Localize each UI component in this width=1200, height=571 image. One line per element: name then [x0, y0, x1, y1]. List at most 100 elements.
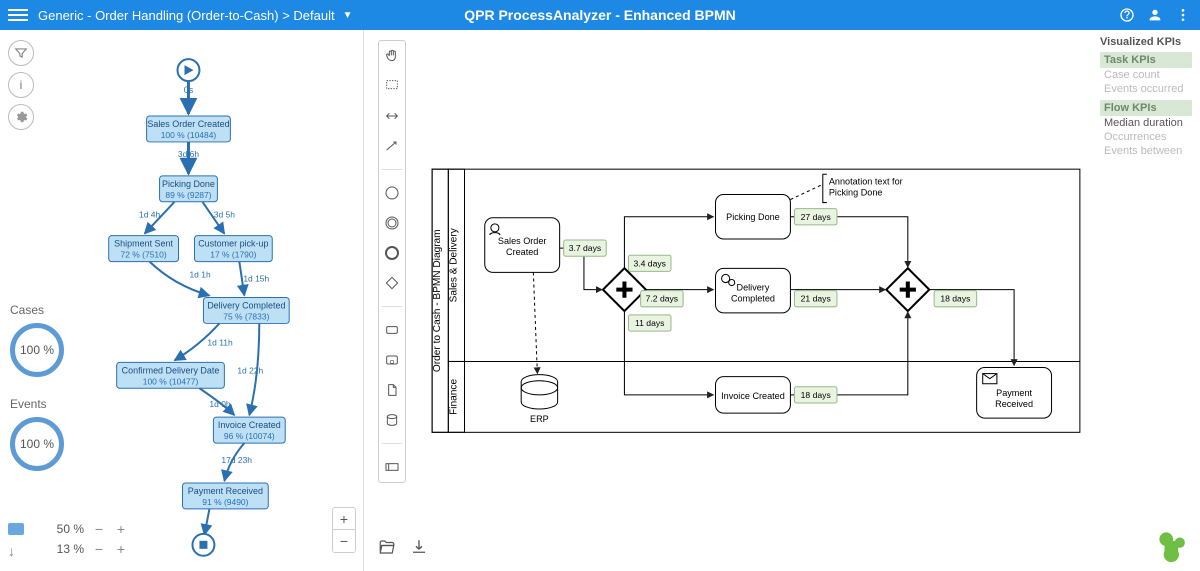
user-icon[interactable]	[1146, 6, 1164, 24]
node-customer-pickup[interactable]: Customer pick-up 17 % (1790)	[194, 236, 272, 262]
legend-item[interactable]: Events between	[1100, 144, 1192, 158]
task-invoice-created[interactable]: Invoice Created	[716, 377, 791, 413]
svg-text:Payment Received: Payment Received	[188, 486, 263, 496]
arrow-down-icon: ↓	[8, 543, 24, 555]
gateway-merge[interactable]	[886, 268, 929, 311]
app-header: Generic - Order Handling (Order-to-Cash)…	[0, 0, 1200, 30]
logo-icon	[1156, 529, 1190, 563]
breadcrumb[interactable]: Generic - Order Handling (Order-to-Cash)…	[38, 8, 353, 23]
task-sales-order[interactable]: Sales Order Created	[485, 218, 560, 273]
menu-icon[interactable]	[8, 5, 28, 25]
svg-text:Sales Order: Sales Order	[498, 236, 547, 246]
gateway-icon[interactable]	[383, 274, 401, 292]
svg-text:3d 5h: 3d 5h	[214, 210, 235, 220]
bpmn-annotation[interactable]: Annotation text for Picking Done	[790, 174, 902, 202]
legend-item[interactable]: Case count	[1100, 68, 1192, 82]
task-icon[interactable]	[383, 321, 401, 339]
help-icon[interactable]	[1118, 6, 1136, 24]
task-delivery-completed[interactable]: Delivery Completed	[716, 268, 791, 313]
svg-text:1d 11h: 1d 11h	[207, 337, 233, 347]
svg-text:7.2 days: 7.2 days	[646, 294, 679, 304]
svg-text:3.4 days: 3.4 days	[633, 258, 666, 268]
space-tool-icon[interactable]	[383, 107, 401, 125]
flow-end[interactable]	[192, 534, 214, 556]
svg-text:17 % (1790): 17 % (1790)	[210, 250, 256, 260]
svg-text:91 % (9490): 91 % (9490)	[202, 497, 248, 507]
subprocess-icon[interactable]	[383, 351, 401, 369]
svg-text:Sales & Delivery: Sales & Delivery	[448, 227, 459, 302]
flow-start[interactable]	[178, 59, 200, 81]
svg-text:Received: Received	[995, 399, 1033, 409]
slider-edges: ↓ 13 % − +	[8, 541, 128, 557]
lasso-tool-icon[interactable]	[383, 77, 401, 95]
increase-nodes[interactable]: +	[114, 521, 128, 537]
left-zoom: + −	[332, 507, 356, 553]
decrease-nodes[interactable]: −	[92, 521, 106, 537]
svg-text:11 days: 11 days	[635, 318, 664, 328]
intermediate-event-icon[interactable]	[383, 214, 401, 232]
node-confirmed-delivery[interactable]: Confirmed Delivery Date 100 % (10477)	[117, 362, 225, 388]
svg-text:Picking Done: Picking Done	[726, 212, 780, 222]
legend-item[interactable]: Occurrences	[1100, 130, 1192, 144]
svg-text:3d 6h: 3d 6h	[178, 149, 199, 159]
download-icon[interactable]	[410, 538, 428, 559]
node-invoice-created[interactable]: Invoice Created 96 % (10074)	[213, 417, 285, 443]
svg-text:18 days: 18 days	[940, 294, 970, 304]
gateway-split[interactable]	[603, 268, 646, 311]
node-sales-order-created[interactable]: Sales Order Created 100 % (10484)	[147, 116, 231, 142]
svg-text:Order to Cash - BPMN Diagram: Order to Cash - BPMN Diagram	[432, 229, 443, 372]
task-payment-received[interactable]: Payment Received	[977, 368, 1052, 419]
kpi-cases: Cases 100 %	[10, 303, 64, 377]
right-panel: Order to Cash - BPMN Diagram Sales & Del…	[364, 30, 1200, 571]
legend-item[interactable]: Events occurred	[1100, 82, 1192, 96]
folder-open-icon[interactable]	[378, 538, 396, 559]
node-picking-done[interactable]: Picking Done 89 % (9287)	[160, 176, 218, 202]
zoom-out-left[interactable]: −	[333, 530, 355, 552]
svg-text:Picking Done: Picking Done	[162, 179, 215, 189]
end-event-icon[interactable]	[383, 244, 401, 262]
node-delivery-completed[interactable]: Delivery Completed 75 % (7833)	[203, 298, 289, 324]
legend-item[interactable]: Median duration	[1100, 116, 1192, 130]
svg-text:75 % (7833): 75 % (7833)	[223, 311, 269, 321]
svg-text:Created: Created	[506, 247, 538, 257]
svg-text:ERP: ERP	[530, 414, 549, 424]
bpmn-palette	[378, 40, 406, 483]
kpi-events: Events 100 %	[10, 397, 64, 471]
task-picking-done[interactable]: Picking Done	[716, 194, 791, 239]
breadcrumb-text: Generic - Order Handling (Order-to-Cash)…	[38, 8, 335, 23]
more-icon[interactable]	[1174, 6, 1192, 24]
svg-text:Annotation text for: Annotation text for	[829, 176, 903, 186]
svg-text:Invoice Created: Invoice Created	[218, 420, 281, 430]
zoom-in-left[interactable]: +	[333, 508, 355, 530]
pool-icon[interactable]	[383, 458, 401, 476]
bar-icon	[8, 523, 24, 535]
connect-tool-icon[interactable]	[383, 137, 401, 155]
svg-text:89 % (9287): 89 % (9287)	[165, 190, 211, 200]
svg-text:Customer pick-up: Customer pick-up	[198, 239, 268, 249]
slider-nodes: 50 % − +	[8, 521, 128, 537]
data-store-erp[interactable]: ERP	[521, 375, 557, 425]
start-event-icon[interactable]	[383, 184, 401, 202]
node-shipment-sent[interactable]: Shipment Sent 72 % (7510)	[109, 236, 179, 262]
svg-text:Delivery Completed: Delivery Completed	[207, 300, 285, 310]
svg-text:1d 1h: 1d 1h	[189, 270, 210, 280]
data-object-icon[interactable]	[383, 381, 401, 399]
svg-text:Sales Order Created: Sales Order Created	[147, 119, 229, 129]
svg-text:1d 4h: 1d 4h	[139, 210, 160, 220]
decrease-edges[interactable]: −	[92, 541, 106, 557]
svg-text:21 days: 21 days	[801, 294, 831, 304]
svg-text:96 % (10074): 96 % (10074)	[224, 431, 275, 441]
increase-edges[interactable]: +	[114, 541, 128, 557]
data-store-icon[interactable]	[383, 411, 401, 429]
svg-text:Invoice Created: Invoice Created	[721, 391, 785, 401]
svg-text:Confirmed Delivery Date: Confirmed Delivery Date	[122, 365, 220, 375]
svg-text:100 % (10484): 100 % (10484)	[161, 130, 217, 140]
page-title: QPR ProcessAnalyzer - Enhanced BPMN	[464, 7, 736, 23]
svg-text:Completed: Completed	[731, 294, 775, 304]
kpi-legend: Visualized KPIs Task KPIs Case count Eve…	[1100, 36, 1192, 158]
svg-text:Delivery: Delivery	[737, 283, 770, 293]
bpmn-canvas[interactable]: Order to Cash - BPMN Diagram Sales & Del…	[422, 40, 1090, 521]
node-payment-received[interactable]: Payment Received 91 % (9490)	[182, 483, 268, 509]
hand-tool-icon[interactable]	[383, 47, 401, 65]
svg-text:27 days: 27 days	[801, 212, 831, 222]
